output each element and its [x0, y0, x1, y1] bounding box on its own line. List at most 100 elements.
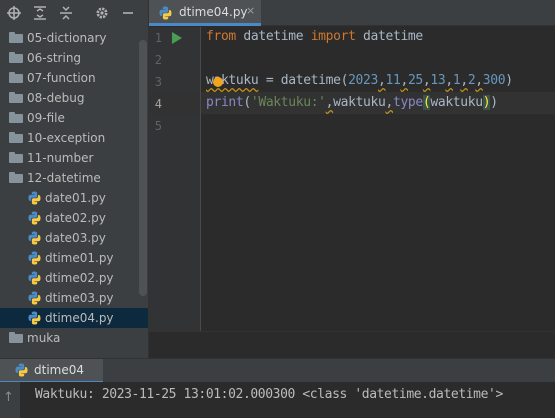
keyword-import: import [310, 29, 356, 44]
line-number: 3 [154, 75, 162, 89]
builtin-type: type [392, 95, 423, 110]
hide-panel-icon[interactable] [117, 2, 139, 24]
tree-item-label: muka [27, 331, 61, 345]
gear-icon[interactable] [91, 2, 113, 24]
comma: , [400, 73, 408, 88]
tree-item-label: dtime01.py [45, 251, 114, 265]
line-number: 1 [154, 31, 162, 45]
tree-item-10-exception[interactable]: 10-exception [0, 128, 148, 148]
run-panel-header: dtime04 [0, 358, 555, 383]
tab-label: dtime04.py [179, 5, 248, 19]
run-gutter-icon[interactable] [171, 31, 183, 45]
line-number: 5 [154, 119, 162, 133]
run-toolbar: ↑ [0, 382, 20, 418]
tree-item-label: 11-number [27, 151, 94, 165]
python-file-icon [15, 363, 28, 377]
folder-icon [9, 152, 23, 163]
tree-item-label: 10-exception [27, 131, 106, 145]
folder-icon [9, 132, 23, 143]
python-file-icon [28, 291, 41, 305]
python-file-icon [159, 6, 172, 20]
tree-item-label: dtime04.py [45, 311, 114, 325]
folder-icon [9, 72, 23, 83]
tree-item-label: date02.py [45, 211, 106, 225]
tree-item-label: date01.py [45, 191, 106, 205]
tree-item-08-debug[interactable]: 08-debug [0, 88, 148, 108]
tree-item-dtime03[interactable]: dtime03.py [0, 288, 148, 308]
folder-icon [9, 112, 23, 123]
tree-item-date02[interactable]: date02.py [0, 208, 148, 228]
comma: , [460, 73, 468, 88]
tree-item-date01[interactable]: date01.py [0, 188, 148, 208]
editor-bottom-area [149, 331, 555, 358]
python-file-icon [28, 211, 41, 225]
arg-year: 2023 [348, 73, 378, 88]
tree-item-muka[interactable]: muka [0, 328, 148, 348]
python-file-icon [28, 251, 41, 265]
tree-item-dtime02[interactable]: dtime02.py [0, 268, 148, 288]
code-line-1: from datetime import datetime [206, 29, 423, 44]
folder-icon [9, 52, 23, 63]
tree-item-label: 12-datetime [27, 171, 101, 185]
variable-waktuku: waktuku [333, 95, 386, 110]
project-tree: 05-dictionary 06-string 07-function 08-d… [0, 28, 148, 348]
python-file-icon [28, 191, 41, 205]
console-output: Waktuku: 2023-11-25 13:01:02.000300 <cla… [35, 387, 503, 402]
tree-item-label: date03.py [45, 231, 106, 245]
comma: , [385, 95, 393, 110]
tree-item-label: dtime02.py [45, 271, 114, 285]
project-scrollbar[interactable] [139, 40, 147, 296]
project-toolbar [0, 0, 148, 26]
gutter-divider [200, 27, 201, 331]
tree-item-07-function[interactable]: 07-function [0, 68, 148, 88]
keyword-from: from [206, 29, 236, 44]
string-literal: 'Waktuku:' [250, 95, 326, 110]
line-number: 2 [154, 53, 162, 67]
tree-item-12-datetime[interactable]: 12-datetime [0, 168, 148, 188]
close-paren: ) [505, 73, 513, 88]
tree-item-label: 06-string [27, 51, 82, 65]
editor-tab-bar: dtime04.py × [149, 0, 555, 26]
arg-day: 25 [407, 73, 423, 88]
run-tab-label: dtime04 [34, 363, 84, 377]
tree-item-dtime01[interactable]: dtime01.py [0, 248, 148, 268]
code-line-4: print('Waktuku:',waktuku,type(waktuku)) [206, 95, 498, 110]
python-file-icon [28, 231, 41, 245]
tree-item-05-dictionary[interactable]: 05-dictionary [0, 28, 148, 48]
folder-icon [9, 332, 23, 343]
collapse-all-icon[interactable] [55, 2, 77, 24]
comma: , [445, 73, 453, 88]
builtin-print: print [206, 95, 244, 110]
intention-bulb-icon[interactable] [213, 77, 223, 87]
python-file-icon [28, 271, 41, 285]
expand-all-icon[interactable] [29, 2, 51, 24]
tab-dtime04[interactable]: dtime04.py × [149, 0, 261, 26]
close-paren: ) [490, 95, 498, 110]
tree-item-label: 05-dictionary [27, 31, 107, 45]
run-tab-dtime04[interactable]: dtime04 [0, 359, 103, 383]
assignment-call: = datetime( [258, 73, 349, 88]
tree-item-06-string[interactable]: 06-string [0, 48, 148, 68]
arg-microsecond: 300 [482, 73, 506, 88]
tree-item-label: dtime03.py [45, 291, 114, 305]
tree-item-09-file[interactable]: 09-file [0, 108, 148, 128]
open-paren: ( [243, 95, 251, 110]
module-name: datetime [235, 29, 311, 44]
tree-item-label: 07-function [27, 71, 96, 85]
close-icon[interactable]: × [246, 4, 255, 17]
type-arg: waktuku [430, 95, 483, 110]
scroll-up-arrow-icon[interactable]: ↑ [3, 390, 14, 405]
line-number-gutter [149, 27, 201, 331]
tree-item-date03[interactable]: date03.py [0, 228, 148, 248]
folder-icon [9, 172, 23, 183]
line-number: 4 [154, 97, 162, 111]
tree-item-11-number[interactable]: 11-number [0, 148, 148, 168]
folder-icon [9, 32, 23, 43]
code-line-3: waktuku = datetime(2023,11,25,13,1,2,300… [206, 73, 513, 88]
locate-file-icon[interactable] [3, 2, 25, 24]
tree-item-label: 09-file [27, 111, 65, 125]
tree-item-dtime04-selected[interactable]: dtime04.py [0, 308, 148, 328]
arg-hour: 13 [430, 73, 446, 88]
imported-name: datetime [355, 29, 423, 44]
comma: , [475, 73, 483, 88]
